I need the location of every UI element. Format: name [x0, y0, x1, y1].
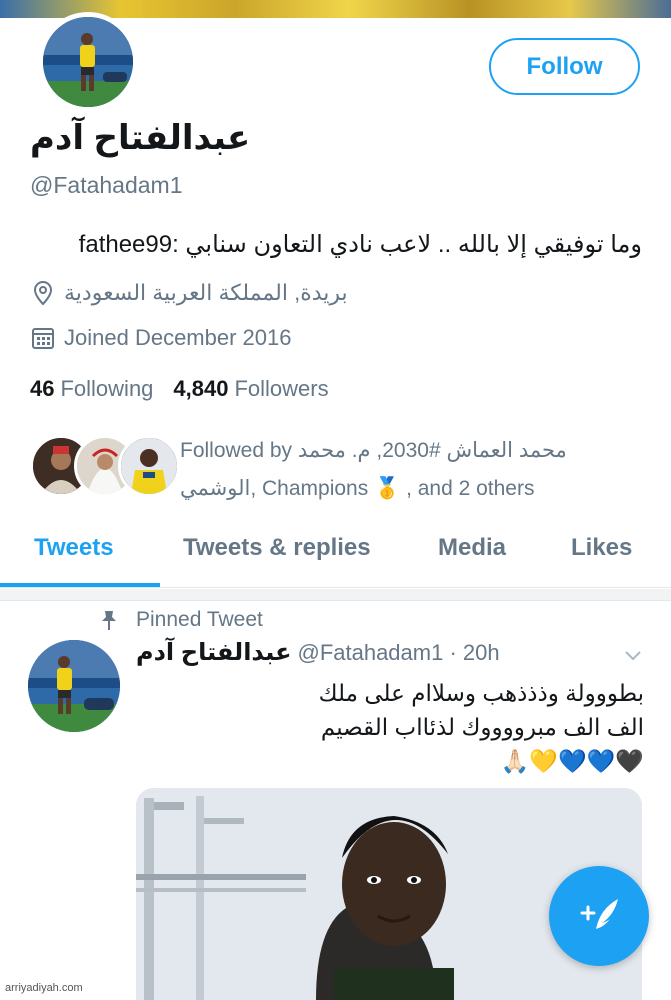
tweet-header: عبدالفتاح آدم @Fatahadam1 · 20h — [136, 638, 500, 667]
mutual-avatars — [30, 435, 180, 497]
pinned-tweet-label: Pinned Tweet — [98, 608, 263, 632]
medal-icon: 🥇 — [374, 477, 401, 500]
tweet-text: بطووولة وذذذهب وسلاام على ملك الف الف مب… — [136, 676, 644, 778]
active-tab-indicator — [0, 583, 160, 587]
profile-location: بريدة, المملكة العربية السعودية — [30, 280, 348, 306]
followed-by-suffix: , and 2 others — [406, 477, 535, 500]
profile-counts: 46 Following 4,840 Followers — [30, 376, 329, 402]
profile-bio: وما توفيقي إلا بالله .. لاعب نادي التعاو… — [78, 231, 642, 258]
followers-link[interactable]: 4,840 Followers — [173, 376, 328, 402]
location-text: بريدة, المملكة العربية السعودية — [64, 280, 348, 305]
followers-label: Followers — [234, 376, 329, 401]
tweet-line: بطووولة وذذذهب وسلاام على ملك — [318, 680, 644, 706]
chevron-down-icon[interactable] — [622, 644, 644, 666]
following-count: 46 — [30, 376, 55, 401]
tweet-line: الف الف مبرووووك لذئااب القصيم — [320, 714, 644, 740]
profile-avatar[interactable] — [38, 12, 138, 112]
calendar-icon — [30, 325, 56, 351]
joined-text: Joined December 2016 — [64, 325, 292, 350]
pin-icon — [98, 609, 120, 631]
compose-tweet-icon — [576, 891, 622, 942]
following-link[interactable]: 46 Following — [30, 376, 153, 402]
followed-by-names-2: الوشمي — [180, 477, 251, 500]
followed-by-text: Followed by محمد العماش #2030, م. محمد ا… — [180, 432, 650, 508]
tweet-author-handle[interactable]: @Fatahadam1 · 20h — [297, 640, 499, 666]
followed-by[interactable]: Followed by محمد العماش #2030, م. محمد ا… — [30, 432, 650, 502]
tweet-author-avatar[interactable] — [28, 640, 120, 732]
profile-handle: @Fatahadam1 — [30, 172, 183, 198]
tweet-author-name[interactable]: عبدالفتاح آدم — [136, 638, 291, 667]
followed-by-champions: , Champions — [250, 477, 369, 500]
profile-display-name: عبدالفتاح آدم — [30, 119, 251, 157]
profile-tabs: Tweets Tweets & replies Media Likes — [0, 520, 671, 588]
section-divider — [0, 589, 671, 601]
map-pin-icon — [30, 280, 56, 306]
following-label: Following — [60, 376, 154, 401]
follow-button[interactable]: Follow — [489, 38, 640, 95]
mutual-avatar — [118, 435, 180, 497]
tab-media[interactable]: Media — [438, 534, 506, 562]
followers-count: 4,840 — [173, 376, 229, 401]
tweet-emoji-line: 🖤💙💙💛🙏🏻 — [500, 748, 644, 774]
watermark: arriyadiyah.com — [2, 982, 86, 994]
followed-by-prefix: Followed by — [180, 439, 293, 462]
tab-tweets[interactable]: Tweets — [34, 534, 114, 562]
profile-joined: Joined December 2016 — [30, 325, 291, 351]
tab-tweets-replies[interactable]: Tweets & replies — [183, 534, 371, 562]
followed-by-names: محمد العماش #2030, م. محمد — [297, 439, 567, 462]
tab-likes[interactable]: Likes — [571, 534, 632, 562]
compose-tweet-button[interactable] — [549, 866, 649, 966]
pinned-tweet-text: Pinned Tweet — [136, 608, 263, 631]
